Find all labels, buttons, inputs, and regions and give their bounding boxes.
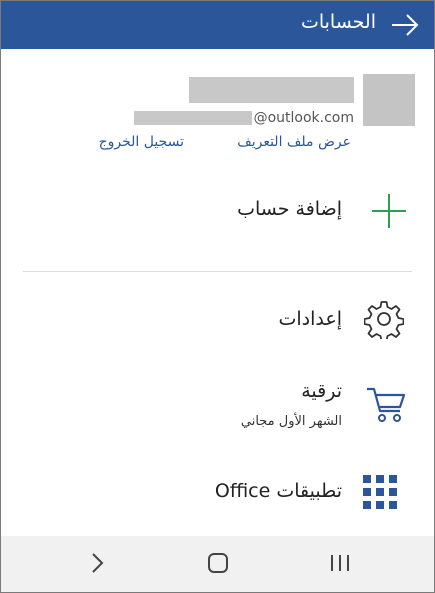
header-title: الحسابات	[300, 11, 376, 33]
office-apps-label: تطبيقات Office	[214, 480, 342, 502]
system-nav-bar	[1, 536, 434, 592]
arrow-right-icon[interactable]	[390, 13, 420, 37]
office-apps-item[interactable]: تطبيقات Office	[1, 467, 434, 517]
app-grid-icon	[363, 475, 397, 509]
plus-icon	[372, 194, 406, 228]
settings-item[interactable]: إعدادات	[1, 294, 434, 346]
sign-out-link[interactable]: تسجيل الخروج	[99, 134, 184, 150]
account-name-redacted	[189, 77, 354, 103]
view-profile-link[interactable]: عرض ملف التعريف	[237, 134, 351, 150]
app-header: الحسابات	[1, 1, 434, 49]
add-account-label: إضافة حساب	[237, 198, 342, 220]
account-email: @outlook.com	[133, 108, 354, 128]
settings-label: إعدادات	[278, 308, 343, 330]
accounts-screen: الحسابات @outlook.com عرض ملف التعريف تس…	[0, 0, 435, 593]
avatar	[363, 74, 415, 126]
cart-icon	[367, 387, 406, 422]
recents-icon[interactable]	[325, 548, 355, 578]
email-username-redacted	[133, 111, 252, 125]
upgrade-label: ترقية	[301, 380, 342, 402]
chevron-icon[interactable]	[83, 548, 113, 578]
gear-icon	[364, 301, 404, 339]
upgrade-sublabel: الشهر الأول مجاني	[240, 414, 342, 429]
upgrade-item[interactable]: ترقية الشهر الأول مجاني	[1, 376, 434, 438]
email-domain: @outlook.com	[253, 110, 354, 126]
add-account-item[interactable]: إضافة حساب	[1, 186, 434, 236]
divider	[23, 271, 412, 272]
home-icon[interactable]	[203, 548, 233, 578]
